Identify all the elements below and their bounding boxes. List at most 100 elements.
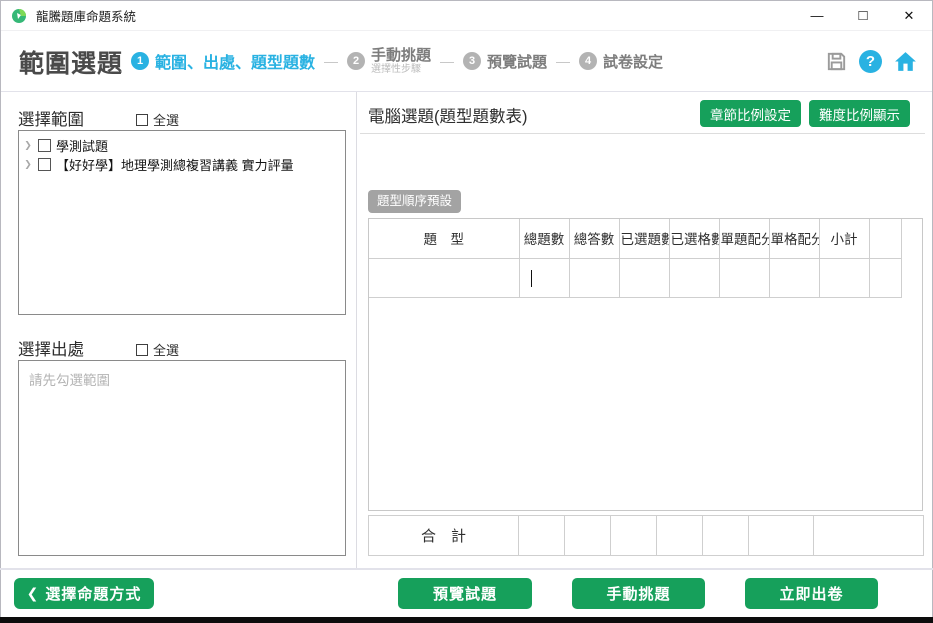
tree-item-geography-review[interactable]: ❯ 【好好學】地理學測總複習講義 實力評量 bbox=[23, 155, 341, 174]
maximize-button[interactable]: □ bbox=[840, 1, 886, 30]
col-header-points-per-question: 單題配分 bbox=[719, 219, 769, 258]
table-row bbox=[369, 258, 901, 297]
panel-divider bbox=[356, 92, 357, 568]
range-select-all-label: 全選 bbox=[153, 110, 179, 129]
total-points-per-question bbox=[703, 516, 749, 556]
close-button[interactable]: ✕ bbox=[886, 1, 932, 30]
col-header-empty bbox=[869, 219, 901, 258]
question-type-table-container: 題 型 總題數 總答數 已選題數 已選格數 單題配分 單格配分 小計 bbox=[368, 218, 923, 511]
difficulty-ratio-button[interactable]: 難度比例顯示 bbox=[809, 100, 910, 127]
source-select-all-checkbox[interactable] bbox=[136, 344, 148, 356]
tree-item-label: 學測試題 bbox=[56, 136, 108, 155]
item-checkbox[interactable] bbox=[38, 139, 51, 152]
source-section-title: 選擇出處 bbox=[18, 336, 84, 360]
generate-paper-button[interactable]: 立即出卷 bbox=[745, 578, 878, 609]
cell-selected-questions[interactable] bbox=[619, 258, 669, 297]
step-indicator: 1 範圍、出處、題型題數 — 2 手動挑題 選擇性步驟 — 3 預覽試題 — 4… bbox=[131, 31, 663, 91]
step-2-label: 手動挑題 bbox=[371, 47, 431, 64]
total-points-per-blank bbox=[749, 516, 814, 556]
source-list[interactable]: 請先勾選範圍 bbox=[18, 360, 346, 556]
window-title: 龍騰題庫命題系統 bbox=[36, 6, 136, 25]
step-3-label: 預覽試題 bbox=[487, 51, 547, 72]
col-header-subtotal: 小計 bbox=[819, 219, 869, 258]
step-3-preview[interactable]: 3 預覽試題 bbox=[463, 51, 547, 72]
back-to-method-button[interactable]: ❮ 選擇命題方式 bbox=[14, 578, 154, 609]
question-type-table: 題 型 總題數 總答數 已選題數 已選格數 單題配分 單格配分 小計 bbox=[369, 219, 902, 298]
col-header-total-answers: 總答數 bbox=[569, 219, 619, 258]
help-icon: ? bbox=[859, 50, 882, 73]
app-logo-icon bbox=[11, 8, 27, 24]
preview-questions-button[interactable]: 預覽試題 bbox=[398, 578, 532, 609]
footer-divider bbox=[0, 568, 933, 570]
type-order-badge[interactable]: 題型順序預設 bbox=[368, 190, 461, 213]
step-4-number: 4 bbox=[579, 52, 597, 70]
item-checkbox[interactable] bbox=[38, 158, 51, 171]
range-section-title: 選擇範圍 bbox=[18, 106, 84, 130]
expand-arrow-icon[interactable]: ❯ bbox=[23, 159, 33, 170]
title-bar: 龍騰題庫命題系統 — □ ✕ bbox=[1, 1, 932, 31]
manual-pick-button[interactable]: 手動挑題 bbox=[572, 578, 705, 609]
step-1-number: 1 bbox=[131, 52, 149, 70]
step-1-label: 範圍、出處、題型題數 bbox=[155, 49, 315, 73]
col-header-type: 題 型 bbox=[369, 219, 519, 258]
total-row-table: 合 計 bbox=[368, 515, 924, 556]
source-select-all-label: 全選 bbox=[153, 340, 179, 359]
total-row: 合 計 bbox=[369, 516, 924, 556]
cell-empty bbox=[869, 258, 901, 297]
col-header-selected-blanks: 已選格數 bbox=[669, 219, 719, 258]
panel-rule bbox=[360, 133, 925, 134]
total-total-answers bbox=[565, 516, 611, 556]
header: 範圍選題 1 範圍、出處、題型題數 — 2 手動挑題 選擇性步驟 — 3 預覽試… bbox=[1, 31, 932, 92]
source-placeholder: 請先勾選範圍 bbox=[29, 373, 110, 388]
step-2-sublabel: 選擇性步驟 bbox=[371, 64, 431, 76]
back-button-label: 選擇命題方式 bbox=[45, 583, 141, 604]
range-select-all-checkbox[interactable] bbox=[136, 114, 148, 126]
minimize-button[interactable]: — bbox=[794, 1, 840, 30]
step-1-range[interactable]: 1 範圍、出處、題型題數 bbox=[131, 49, 315, 73]
help-button[interactable]: ? bbox=[859, 50, 882, 73]
step-2-number: 2 bbox=[347, 52, 365, 70]
save-icon bbox=[825, 50, 848, 73]
cell-points-per-blank[interactable] bbox=[769, 258, 819, 297]
step-4-paper-settings[interactable]: 4 試卷設定 bbox=[579, 51, 663, 72]
table-header-row: 題 型 總題數 總答數 已選題數 已選格數 單題配分 單格配分 小計 bbox=[369, 219, 901, 258]
col-header-selected-questions: 已選題數 bbox=[619, 219, 669, 258]
window-controls: — □ ✕ bbox=[794, 1, 932, 30]
total-label: 合 計 bbox=[369, 516, 519, 556]
step-4-label: 試卷設定 bbox=[603, 51, 663, 72]
col-header-total-questions: 總題數 bbox=[519, 219, 569, 258]
source-select-all[interactable]: 全選 bbox=[136, 340, 179, 359]
total-total-questions bbox=[519, 516, 565, 556]
taskbar-edge bbox=[0, 617, 933, 623]
chevron-left-icon: ❮ bbox=[27, 585, 40, 602]
col-header-points-per-blank: 單格配分 bbox=[769, 219, 819, 258]
cell-selected-blanks[interactable] bbox=[669, 258, 719, 297]
header-icons: ? bbox=[825, 31, 918, 91]
step-separator: — bbox=[556, 53, 570, 69]
computer-selection-title: 電腦選題(題型題數表) bbox=[368, 103, 528, 127]
step-separator: — bbox=[440, 53, 454, 69]
total-subtotal bbox=[814, 516, 924, 556]
total-selected-questions bbox=[611, 516, 657, 556]
save-button[interactable] bbox=[825, 50, 848, 73]
cell-total-answers[interactable] bbox=[569, 258, 619, 297]
tree-item-exam-questions[interactable]: ❯ 學測試題 bbox=[23, 136, 341, 155]
home-icon bbox=[893, 49, 918, 74]
home-button[interactable] bbox=[893, 49, 918, 74]
cell-subtotal bbox=[819, 258, 869, 297]
range-tree: ❯ 學測試題 ❯ 【好好學】地理學測總複習講義 實力評量 bbox=[18, 130, 346, 315]
cell-type bbox=[369, 258, 519, 297]
app-window: 龍騰題庫命題系統 — □ ✕ 範圍選題 1 範圍、出處、題型題數 — 2 手動挑… bbox=[0, 0, 933, 623]
expand-arrow-icon[interactable]: ❯ bbox=[23, 140, 33, 151]
range-select-all[interactable]: 全選 bbox=[136, 110, 179, 129]
cell-total-questions-input[interactable] bbox=[519, 258, 569, 297]
chapter-ratio-button[interactable]: 章節比例設定 bbox=[700, 100, 801, 127]
page-title: 範圍選題 bbox=[19, 44, 123, 80]
cell-points-per-question[interactable] bbox=[719, 258, 769, 297]
text-caret bbox=[531, 270, 533, 287]
step-separator: — bbox=[324, 53, 338, 69]
ratio-buttons: 章節比例設定 難度比例顯示 bbox=[700, 100, 910, 127]
step-3-number: 3 bbox=[463, 52, 481, 70]
step-2-manual-pick[interactable]: 2 手動挑題 選擇性步驟 bbox=[347, 47, 431, 76]
total-selected-blanks bbox=[657, 516, 703, 556]
